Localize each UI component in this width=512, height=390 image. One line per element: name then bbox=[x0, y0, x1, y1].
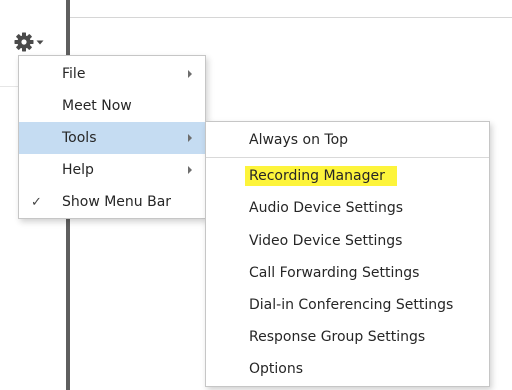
menu-item-video-device-settings[interactable]: Video Device Settings bbox=[206, 225, 489, 257]
caret-down-icon bbox=[36, 40, 44, 45]
menu-separator bbox=[206, 157, 489, 159]
tools-submenu: Always on Top Recording Manager Audio De… bbox=[205, 121, 490, 387]
gear-icon bbox=[14, 32, 34, 52]
app-window: File Meet Now Tools Help ✓ Show Menu Bar… bbox=[0, 0, 512, 390]
submenu-arrow-icon bbox=[188, 166, 192, 174]
checkmark-icon: ✓ bbox=[31, 194, 42, 210]
menu-item-label: Options bbox=[249, 361, 304, 378]
submenu-arrow-icon bbox=[188, 134, 192, 142]
menu-item-label: Meet Now bbox=[62, 98, 132, 114]
menu-item-label: Call Forwarding Settings bbox=[249, 264, 420, 281]
menu-item-label: Always on Top bbox=[249, 132, 349, 149]
menu-item-meet-now[interactable]: Meet Now bbox=[19, 90, 205, 122]
menu-item-label: Audio Device Settings bbox=[249, 200, 403, 217]
menu-item-call-forwarding-settings[interactable]: Call Forwarding Settings bbox=[206, 257, 489, 289]
menu-item-label: Response Group Settings bbox=[249, 329, 426, 346]
submenu-arrow-icon bbox=[188, 70, 192, 78]
menu-item-label: Recording Manager bbox=[245, 166, 397, 187]
menu-item-recording-manager[interactable]: Recording Manager bbox=[206, 160, 489, 192]
menu-item-dial-in-conferencing-settings[interactable]: Dial-in Conferencing Settings bbox=[206, 289, 489, 321]
menu-item-label: Tools bbox=[62, 130, 97, 146]
options-menu-button[interactable] bbox=[14, 31, 46, 53]
options-menu: File Meet Now Tools Help ✓ Show Menu Bar bbox=[18, 55, 206, 219]
menu-item-label: File bbox=[62, 66, 86, 82]
menu-item-label: Show Menu Bar bbox=[62, 194, 172, 210]
menu-item-always-on-top[interactable]: Always on Top bbox=[206, 124, 489, 156]
header-divider bbox=[70, 17, 512, 18]
menu-item-label: Help bbox=[62, 162, 94, 178]
menu-item-help[interactable]: Help bbox=[19, 154, 205, 186]
menu-item-label: Video Device Settings bbox=[249, 232, 403, 249]
menu-item-audio-device-settings[interactable]: Audio Device Settings bbox=[206, 192, 489, 224]
menu-item-response-group-settings[interactable]: Response Group Settings bbox=[206, 321, 489, 353]
menu-item-show-menu-bar[interactable]: ✓ Show Menu Bar bbox=[19, 186, 205, 218]
menu-item-label: Dial-in Conferencing Settings bbox=[249, 297, 454, 314]
menu-item-tools[interactable]: Tools bbox=[19, 122, 205, 154]
menu-item-file[interactable]: File bbox=[19, 58, 205, 90]
menu-item-options[interactable]: Options bbox=[206, 353, 489, 385]
